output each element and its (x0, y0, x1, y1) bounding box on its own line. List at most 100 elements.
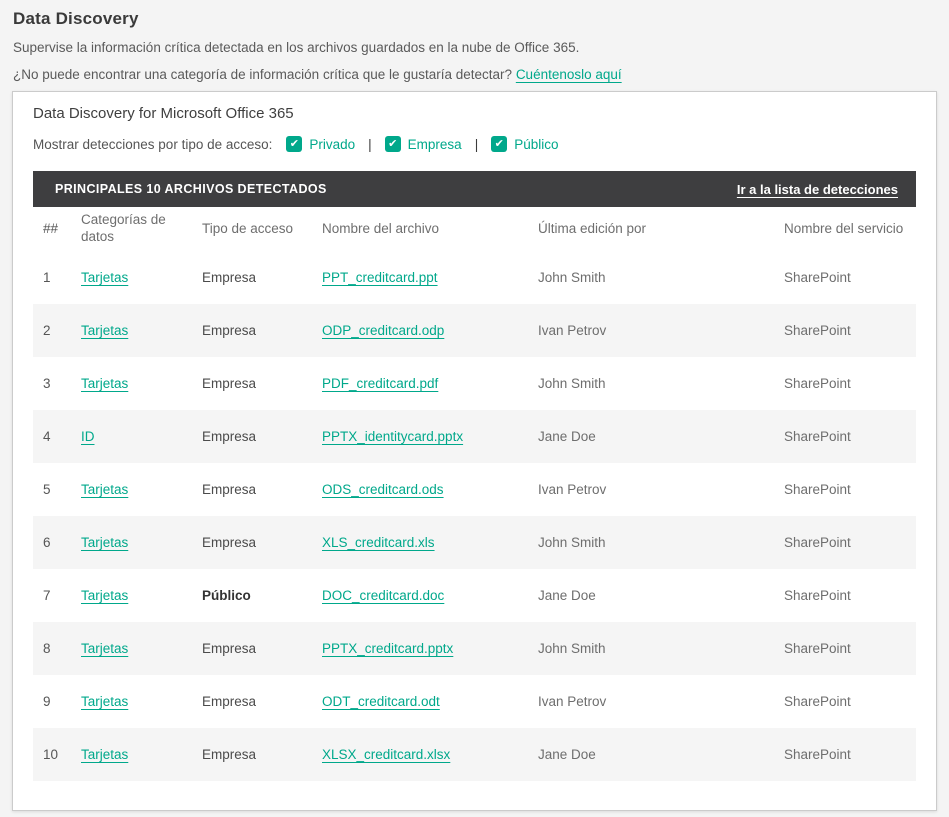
category-cell: Tarjetas (71, 516, 192, 569)
category-link[interactable]: Tarjetas (81, 376, 128, 391)
service-name-cell: SharePoint (774, 463, 916, 516)
table-row: 6TarjetasEmpresaXLS_creditcard.xlsJohn S… (33, 516, 916, 569)
filename-link[interactable]: PPTX_creditcard.pptx (322, 641, 453, 656)
filter-separator: | (475, 137, 479, 152)
service-name-cell: SharePoint (774, 251, 916, 304)
last-editor-cell: John Smith (528, 251, 774, 304)
col-header-access: Tipo de acceso (192, 207, 312, 251)
category-cell: Tarjetas (71, 463, 192, 516)
last-editor-cell: Ivan Petrov (528, 304, 774, 357)
category-link[interactable]: Tarjetas (81, 747, 128, 762)
filter-caption: Mostrar detecciones por tipo de acceso: (33, 137, 272, 152)
card-title: Data Discovery for Microsoft Office 365 (33, 105, 916, 122)
last-editor-cell: John Smith (528, 622, 774, 675)
access-type-cell: Empresa (192, 357, 312, 410)
table-row: 7 Tarjetas Público DOC_creditcard.doc Jane D… (33, 569, 916, 622)
checkbox-checked-icon[interactable]: ✔ (491, 136, 507, 152)
access-filter-empresa[interactable]: ✔ Empresa (385, 136, 462, 152)
filename-link[interactable]: ODP_creditcard.odp (322, 323, 444, 338)
access-type-cell: Empresa (192, 463, 312, 516)
table-header-row: ## Categorías de datos Tipo de acceso No… (33, 207, 916, 251)
last-editor-cell: John Smith (528, 357, 774, 410)
category-link[interactable]: Tarjetas (81, 323, 128, 338)
page-title: Data Discovery (13, 9, 936, 29)
access-type-cell: Empresa (192, 251, 312, 304)
checkbox-checked-icon[interactable]: ✔ (286, 136, 302, 152)
last-editor-cell: Jane Doe (528, 728, 774, 781)
filename-cell: PDF_creditcard.pdf (312, 357, 528, 410)
service-name-cell: SharePoint (774, 569, 916, 622)
row-number-cell: 8 (33, 622, 71, 675)
category-link[interactable]: Tarjetas (81, 641, 128, 656)
access-filter-privado[interactable]: ✔Privado (286, 136, 355, 152)
data-discovery-card: Data Discovery for Microsoft Office 365 … (12, 91, 937, 811)
detections-list-link[interactable]: Ir a la lista de detecciones (737, 182, 898, 197)
row-number-cell: 10 (33, 728, 71, 781)
last-editor-cell: Jane Doe (528, 569, 774, 622)
category-link[interactable]: Tarjetas (81, 694, 128, 709)
access-filter-row: Mostrar detecciones por tipo de acceso: … (33, 135, 916, 153)
filename-link[interactable]: PDF_creditcard.pdf (322, 376, 438, 391)
category-cell: ID (71, 410, 192, 463)
filename-link[interactable]: ODS_creditcard.ods (322, 482, 444, 497)
filename-cell: XLSX_creditcard.xlsx (312, 728, 528, 781)
service-name-cell: SharePoint (774, 357, 916, 410)
filter-label: Público (514, 137, 558, 152)
access-type-cell: Empresa (192, 622, 312, 675)
filename-link[interactable]: XLS_creditcard.xls (322, 535, 435, 550)
filename-cell: ODS_creditcard.ods (312, 463, 528, 516)
service-name-cell: SharePoint (774, 304, 916, 357)
access-filter-público[interactable]: ✔ Público (491, 136, 558, 152)
last-editor-cell: Ivan Petrov (528, 675, 774, 728)
table-row: 8 Tarjetas Empresa PPTX_creditcard.pptx John… (33, 622, 916, 675)
detected-files-table: ## Categorías de datos Tipo de acceso No… (33, 207, 916, 781)
question-text: ¿No puede encontrar una categoría de inf… (13, 67, 512, 82)
category-link[interactable]: Tarjetas (81, 270, 128, 285)
col-header-service: Nombre del servicio (774, 207, 916, 251)
table-row: 3 Tarjetas Empresa PDF_creditcard.pdf John S… (33, 357, 916, 410)
row-number-cell: 9 (33, 675, 71, 728)
checkbox-checked-icon[interactable]: ✔ (385, 136, 401, 152)
category-cell: Tarjetas (71, 251, 192, 304)
filename-link[interactable]: XLSX_creditcard.xlsx (322, 747, 450, 762)
last-editor-cell: Jane Doe (528, 410, 774, 463)
tell-us-link[interactable]: Cuéntenoslo aquí (516, 67, 622, 82)
page-header: Data Discovery Supervise la información … (0, 0, 949, 84)
table-bar-title: PRINCIPALES 10 ARCHIVOS DETECTADOS (55, 182, 327, 196)
table-head: ## Categorías de datos Tipo de acceso No… (33, 207, 916, 251)
access-type-cell: Público (192, 569, 312, 622)
table-body: 1TarjetasEmpresaPPT_creditcard.pptJohn S… (33, 251, 916, 781)
page-subtitle: Supervise la información crítica detecta… (13, 38, 936, 58)
filename-cell: XLS_creditcard.xls (312, 516, 528, 569)
last-editor-cell: John Smith (528, 516, 774, 569)
filename-link[interactable]: PPTX_identitycard.pptx (322, 429, 463, 444)
category-link[interactable]: ID (81, 429, 95, 444)
category-link[interactable]: Tarjetas (81, 588, 128, 603)
col-header-editor: Última edición por (528, 207, 774, 251)
service-name-cell: SharePoint (774, 728, 916, 781)
row-number-cell: 6 (33, 516, 71, 569)
category-link[interactable]: Tarjetas (81, 535, 128, 550)
access-type-cell: Empresa (192, 410, 312, 463)
row-number-cell: 4 (33, 410, 71, 463)
row-number-cell: 3 (33, 357, 71, 410)
filename-cell: PPTX_identitycard.pptx (312, 410, 528, 463)
access-type-cell: Empresa (192, 304, 312, 357)
category-cell: Tarjetas (71, 728, 192, 781)
access-type-cell: Empresa (192, 675, 312, 728)
category-cell: Tarjetas (71, 622, 192, 675)
filename-link[interactable]: DOC_creditcard.doc (322, 588, 444, 603)
service-name-cell: SharePoint (774, 675, 916, 728)
filename-link[interactable]: ODT_creditcard.odt (322, 694, 440, 709)
filename-link[interactable]: PPT_creditcard.ppt (322, 270, 438, 285)
col-header-filename: Nombre del archivo (312, 207, 528, 251)
service-name-cell: SharePoint (774, 516, 916, 569)
table-row: 10TarjetasEmpresaXLSX_creditcard.xlsxJan… (33, 728, 916, 781)
row-number-cell: 7 (33, 569, 71, 622)
filter-label: Empresa (408, 137, 462, 152)
access-filters: ✔Privado|✔Empresa|✔Público (286, 136, 558, 152)
table-row: 2TarjetasEmpresaODP_creditcard.odpIvan P… (33, 304, 916, 357)
table-header-bar: PRINCIPALES 10 ARCHIVOS DETECTADOS Ir a … (33, 171, 916, 207)
category-link[interactable]: Tarjetas (81, 482, 128, 497)
table-row: 4 ID Empresa PPTX_identitycard.pptx Jane Doe… (33, 410, 916, 463)
